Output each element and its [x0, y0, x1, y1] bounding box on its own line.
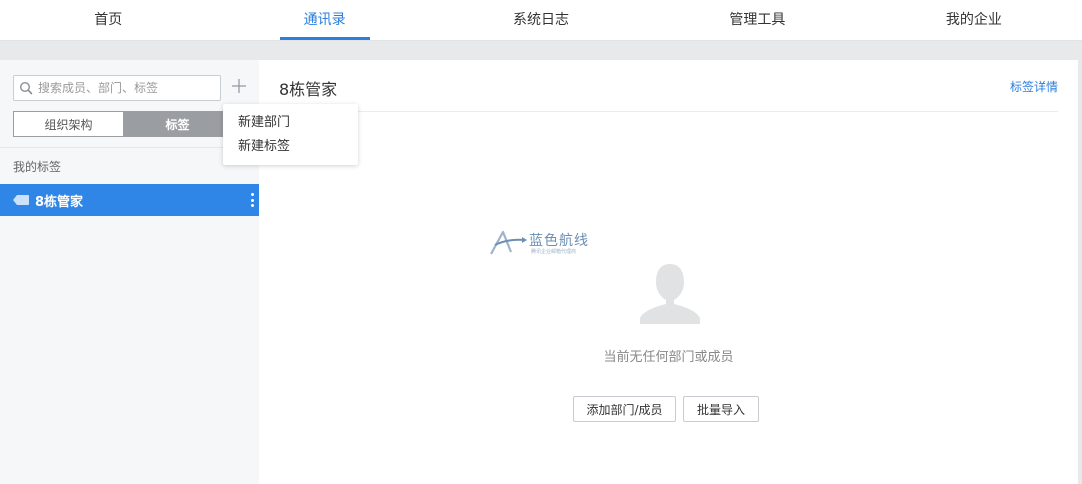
watermark-title: 蓝色航线 — [529, 233, 589, 249]
tag-icon — [13, 195, 31, 205]
top-nav: 首页 通讯录 系统日志 管理工具 我的企业 — [0, 0, 1082, 41]
page-title: 8栋管家 — [279, 80, 338, 99]
batch-import-button[interactable]: 批量导入 — [683, 396, 759, 422]
tab-contacts[interactable]: 通讯录 — [216, 0, 432, 40]
more-options-icon[interactable] — [249, 192, 255, 208]
menu-item-new-tag[interactable]: 新建标签 — [223, 135, 358, 159]
scrollbar[interactable] — [1078, 60, 1082, 484]
tab-home-label: 首页 — [94, 12, 123, 28]
sidebar: 组织架构 标签 我的标签 8栋管家 — [0, 60, 259, 484]
segment-tags[interactable]: 标签 — [123, 112, 232, 136]
divider — [0, 147, 259, 148]
watermark-logo-icon — [490, 230, 527, 255]
section-label-my-tags: 我的标签 — [13, 160, 62, 174]
tag-details-link[interactable]: 标签详情 — [1010, 78, 1058, 95]
main-panel: 8栋管家 标签详情 蓝色航线 腾讯企业邮箱代理商 当前无任何部门或成员 添加部门… — [259, 60, 1078, 484]
search-box — [13, 75, 221, 101]
view-switch: 组织架构 标签 — [13, 111, 233, 137]
menu-item-new-department[interactable]: 新建部门 — [223, 111, 358, 135]
add-menu: 新建部门 新建标签 — [223, 104, 358, 165]
divider — [279, 111, 1058, 112]
tag-item-label: 8栋管家 — [35, 194, 84, 210]
empty-state-text: 当前无任何部门或成员 — [603, 350, 734, 365]
tab-system-log[interactable]: 系统日志 — [433, 0, 649, 40]
tag-item[interactable]: 8栋管家 — [0, 184, 259, 216]
empty-avatar-icon — [638, 260, 702, 324]
segment-org-structure[interactable]: 组织架构 — [14, 112, 123, 136]
add-department-member-button[interactable]: 添加部门/成员 — [573, 396, 676, 422]
tab-contacts-label: 通讯录 — [279, 0, 370, 40]
tab-my-enterprise-label: 我的企业 — [945, 12, 1002, 28]
tab-my-enterprise[interactable]: 我的企业 — [866, 0, 1082, 40]
watermark-logo: 蓝色航线 腾讯企业邮箱代理商 — [489, 228, 599, 258]
tab-admin-tools[interactable]: 管理工具 — [649, 0, 865, 40]
tab-home[interactable]: 首页 — [0, 0, 216, 40]
plus-icon[interactable] — [229, 78, 249, 98]
search-input[interactable] — [38, 81, 216, 95]
tab-system-log-label: 系统日志 — [513, 12, 570, 28]
watermark-subtitle: 腾讯企业邮箱代理商 — [531, 249, 577, 255]
search-icon — [14, 76, 38, 100]
tab-admin-tools-label: 管理工具 — [729, 12, 786, 28]
